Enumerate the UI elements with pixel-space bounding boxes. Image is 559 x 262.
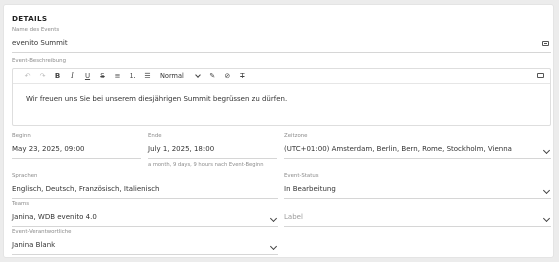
end-hint: a month, 9 days, 9 hours nach Event-Begi… [148,162,264,168]
start-date-field[interactable]: Beginn May 23, 2025, 09:00 [12,133,141,159]
section-title: DETAILS [12,14,48,23]
event-name-value: evenito Summit [12,39,68,47]
pen-icon[interactable]: ✎ [206,71,219,82]
divider [12,198,278,199]
responsible-value: Janina Blank [12,241,56,249]
languages-value: Englisch, Deutsch, Französisch, Italieni… [12,185,160,193]
description-label: Event-Beschreibung [12,58,66,64]
end-label: Ende [148,133,162,139]
chevron-down-icon [269,242,278,251]
teams-select[interactable]: Teams Janina, WDB evenito 4.0 [12,201,278,227]
label-select[interactable]: Label [284,201,551,227]
translate-icon[interactable] [542,41,549,46]
chevron-down-icon [542,214,551,223]
timezone-label: Zeitzone [284,133,308,139]
start-value: May 23, 2025, 09:00 [12,145,85,153]
chevron-down-icon [269,214,278,223]
label-placeholder: Label [284,213,303,221]
status-label: Event-Status [284,173,319,179]
redo-icon[interactable]: ↷ [36,71,49,82]
strikethrough-button[interactable]: S [96,71,109,82]
start-label: Beginn [12,133,31,139]
divider [12,52,551,53]
event-name-field[interactable]: Name des Events evenito Summit [12,27,551,53]
text-style-value: Normal [160,72,184,80]
bold-button[interactable]: B [51,71,64,82]
end-date-field[interactable]: Ende July 1, 2025, 18:00 [148,133,277,159]
underline-button[interactable]: U [81,71,94,82]
divider [148,158,277,159]
ordered-list-icon[interactable]: ⒈ [126,71,139,82]
timezone-value: (UTC+01:00) Amsterdam, Berlin, Bern, Rom… [284,145,512,153]
divider [284,158,551,159]
text-style-select[interactable]: Normal [160,72,201,80]
divider [12,254,278,255]
description-editor[interactable]: ↶ ↷ B I U S ≡ ⒈ ☰ Normal ✎ ⊘ T Wir freue… [12,68,551,126]
clear-format-icon[interactable]: T [236,71,249,82]
timezone-select[interactable]: Zeitzone (UTC+01:00) Amsterdam, Berlin, … [284,133,551,159]
responsible-label: Event-Verantwortliche [12,229,72,235]
undo-icon[interactable]: ↶ [21,71,34,82]
chevron-down-icon [542,146,551,155]
teams-value: Janina, WDB evenito 4.0 [12,213,97,221]
editor-content[interactable]: Wir freuen uns Sie bei unserem diesjähri… [26,95,287,103]
bullet-list-icon[interactable]: ☰ [141,71,154,82]
languages-field[interactable]: Sprachen Englisch, Deutsch, Französisch,… [12,173,278,199]
chevron-down-icon [195,72,201,78]
status-value: In Bearbeitung [284,185,336,193]
languages-label: Sprachen [12,173,38,179]
details-card: DETAILS Name des Events evenito Summit E… [3,4,554,258]
link-icon[interactable]: ⊘ [221,71,234,82]
end-value: July 1, 2025, 18:00 [148,145,215,153]
divider [12,226,278,227]
divider [284,198,551,199]
translate-icon[interactable] [537,73,544,78]
italic-button[interactable]: I [66,71,79,82]
responsible-select[interactable]: Event-Verantwortliche Janina Blank [12,229,278,255]
teams-label: Teams [12,201,30,207]
chevron-down-icon [542,186,551,195]
editor-toolbar: ↶ ↷ B I U S ≡ ⒈ ☰ Normal ✎ ⊘ T [13,69,550,84]
event-name-label: Name des Events [12,27,60,33]
divider [12,158,141,159]
event-status-select[interactable]: Event-Status In Bearbeitung [284,173,551,199]
divider [284,226,551,227]
align-icon[interactable]: ≡ [111,71,124,82]
